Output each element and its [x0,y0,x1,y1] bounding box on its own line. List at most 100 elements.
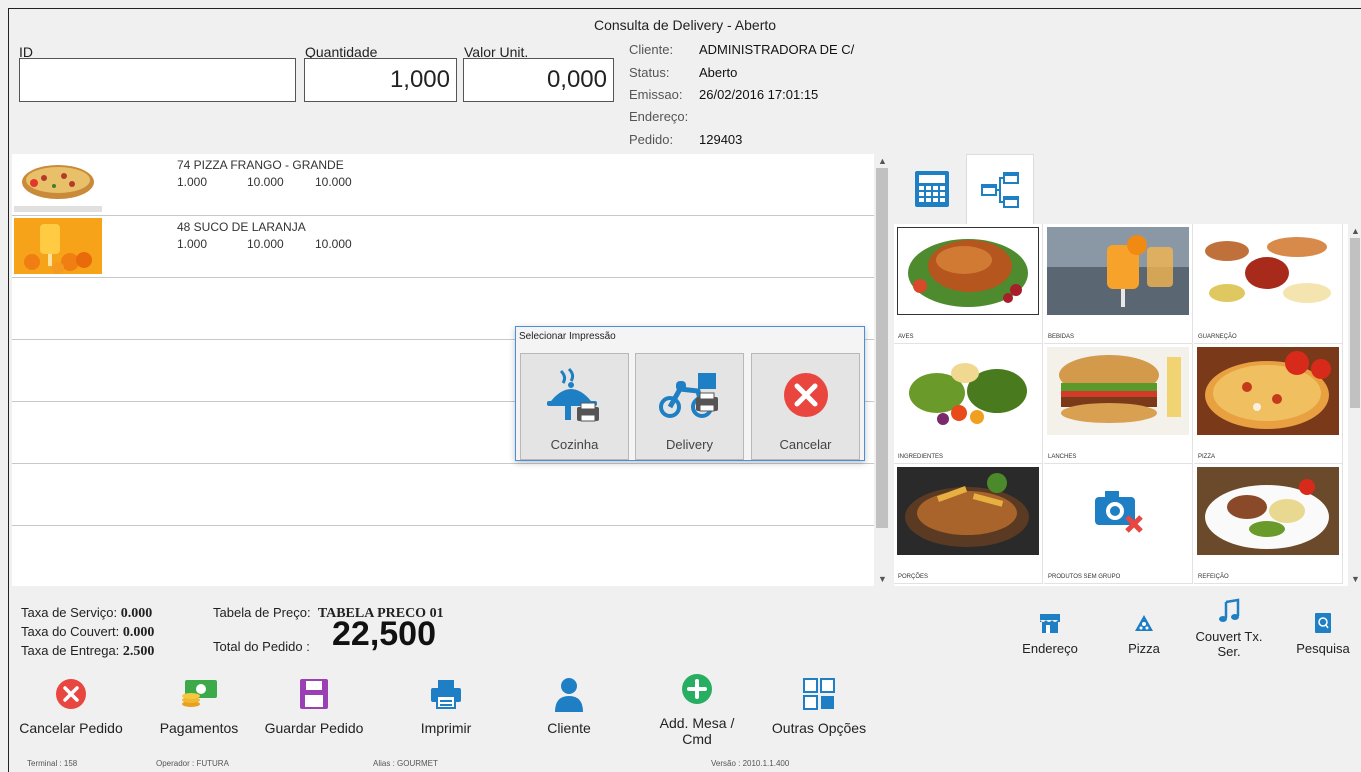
juice-photo [1047,227,1189,315]
cancelar-button[interactable]: Cancelar [751,353,860,460]
outras-opcoes-label: Outras Opções [771,720,867,736]
pedido-value: 129403 [699,132,743,147]
cancel-x-icon [783,373,828,417]
delivery-button[interactable]: Delivery [635,353,744,460]
category-scrollbar[interactable]: ▲ ▼ [1348,224,1361,586]
category-tabs [894,154,1361,224]
search-book-icon [1315,613,1331,633]
cancelar-pedido-button[interactable]: Cancelar Pedido [11,674,131,736]
item-values: 1.000 10.000 10.000 [177,175,352,189]
imprimir-button[interactable]: Imprimir [391,674,501,736]
status-label: Status: [629,65,670,80]
user-icon [555,678,583,712]
item-unit: 10.000 [247,237,284,251]
order-item-row[interactable]: 74 PIZZA FRANGO - GRANDE 1.000 10.000 10… [12,154,874,216]
item-name: 48 SUCO DE LARANJA [177,220,306,234]
cliente-value: ADMINISTRADORA DE C/ [699,42,855,57]
vegetables-photo [897,347,1039,435]
pagamentos-label: Pagamentos [159,720,239,736]
taxa-servico: Taxa de Serviço: 0.000 [21,605,152,622]
category-porcoes[interactable]: PORÇÕES [894,464,1043,584]
category-lanches[interactable]: LANCHES [1044,344,1193,464]
total-pedido-label: Total do Pedido : [213,639,310,654]
scroll-down-icon[interactable]: ▼ [878,574,887,584]
taxa-servico-value: 0.000 [120,606,153,621]
item-total: 10.000 [315,237,352,251]
taxa-entrega-value: 2.500 [122,644,155,659]
id-input[interactable] [19,58,296,102]
category-guarnecao[interactable]: GUARNEÇÃO [1194,224,1343,344]
calculator-icon [915,171,949,207]
status-value: Aberto [699,65,738,80]
outras-opcoes-button[interactable]: Outras Opções [764,674,874,736]
tab-calculator[interactable] [898,154,966,224]
guardar-pedido-button[interactable]: Guardar Pedido [259,674,369,736]
pizza-button[interactable]: Pizza [1119,609,1169,656]
add-mesa-label: Add. Mesa / Cmd [659,715,735,747]
scroll-thumb[interactable] [876,168,888,528]
empty-row [12,464,874,526]
scroll-down-icon[interactable]: ▼ [1351,574,1360,584]
pagamentos-button[interactable]: Pagamentos [144,674,254,736]
pizza-label: Pizza [1128,641,1160,656]
portions-photo [897,467,1039,555]
grid-icon [803,678,835,710]
pesquisa-label: Pesquisa [1296,641,1350,656]
taxa-couvert-value: 0.000 [122,625,155,640]
emissao-value: 26/02/2016 17:01:15 [699,87,819,102]
category-label: INGREDIENTES [898,454,944,460]
dialog-title: Selecionar Impressão [519,331,616,342]
endereco-button[interactable]: Endereço [1015,609,1085,656]
category-label: PIZZA [1198,454,1216,460]
tabela-preco-label: Tabela de Preço: [213,605,311,620]
printer-icon [431,680,461,709]
couvert-button[interactable]: Couvert Tx. Ser. [1189,597,1269,659]
item-name: 74 PIZZA FRANGO - GRANDE [177,158,344,172]
category-label: BEBIDAS [1048,334,1075,340]
endereco-label: Endereço [1022,641,1078,656]
category-refeicao[interactable]: REFEIÇÃO [1194,464,1343,584]
music-note-icon [1219,598,1240,622]
print-dialog: Selecionar Impressão Cozinha Delivery Ca… [515,326,865,461]
imprimir-label: Imprimir [420,720,472,736]
save-disk-icon [300,679,328,709]
scroll-up-icon[interactable]: ▲ [1351,226,1360,236]
taxa-entrega-label: Taxa de Entrega: [21,643,120,658]
scroll-thumb[interactable] [1350,238,1360,408]
add-mesa-button[interactable]: Add. Mesa / Cmd [647,669,747,747]
category-produtos-sem-grupo[interactable]: PRODUTOS SEM GRUPO [1044,464,1193,584]
cancelar-label: Cancelar [779,437,832,452]
category-aves[interactable]: AVES [894,224,1043,344]
category-pizza[interactable]: PIZZA [1194,344,1343,464]
cliente-label: Cliente [547,720,591,736]
quantidade-input[interactable]: 1,000 [304,58,457,102]
valor-unit-input[interactable]: 0,000 [463,58,614,102]
order-item-row[interactable]: 48 SUCO DE LARANJA 1.000 10.000 10.000 [12,216,874,278]
store-icon [1040,614,1060,633]
cliente-button[interactable]: Cliente [519,674,619,736]
category-bebidas[interactable]: BEBIDAS [1044,224,1193,344]
category-label: PRODUTOS SEM GRUPO [1048,574,1121,580]
guardar-pedido-label: Guardar Pedido [264,720,364,736]
category-label: LANCHES [1048,454,1077,460]
status-operador: Operador : FUTURA [156,759,229,768]
items-scrollbar[interactable]: ▲ ▼ [874,154,890,586]
category-grid[interactable]: AVES BEBIDAS GUARNEÇÃO INGREDIENTES LANC… [894,224,1361,586]
item-values: 1.000 10.000 10.000 [177,237,352,251]
add-circle-icon [682,674,712,704]
empty-row [12,526,874,586]
couvert-label: Couvert Tx. Ser. [1195,629,1263,659]
cloche-printer-icon [546,367,599,422]
taxa-servico-label: Taxa de Serviço: [21,605,118,620]
pizza-photo [14,156,102,212]
item-qty: 1.000 [177,175,208,189]
scroll-up-icon[interactable]: ▲ [878,156,887,166]
status-alias: Alias : GOURMET [373,759,438,768]
endereco-label: Endereço: [629,109,689,124]
pesquisa-button[interactable]: Pesquisa [1289,609,1357,656]
total-pedido-value: 22,500 [332,615,436,653]
taxa-couvert-label: Taxa do Couvert: [21,624,120,639]
category-ingredientes[interactable]: INGREDIENTES [894,344,1043,464]
cozinha-button[interactable]: Cozinha [520,353,629,460]
tab-tree[interactable] [966,154,1034,224]
